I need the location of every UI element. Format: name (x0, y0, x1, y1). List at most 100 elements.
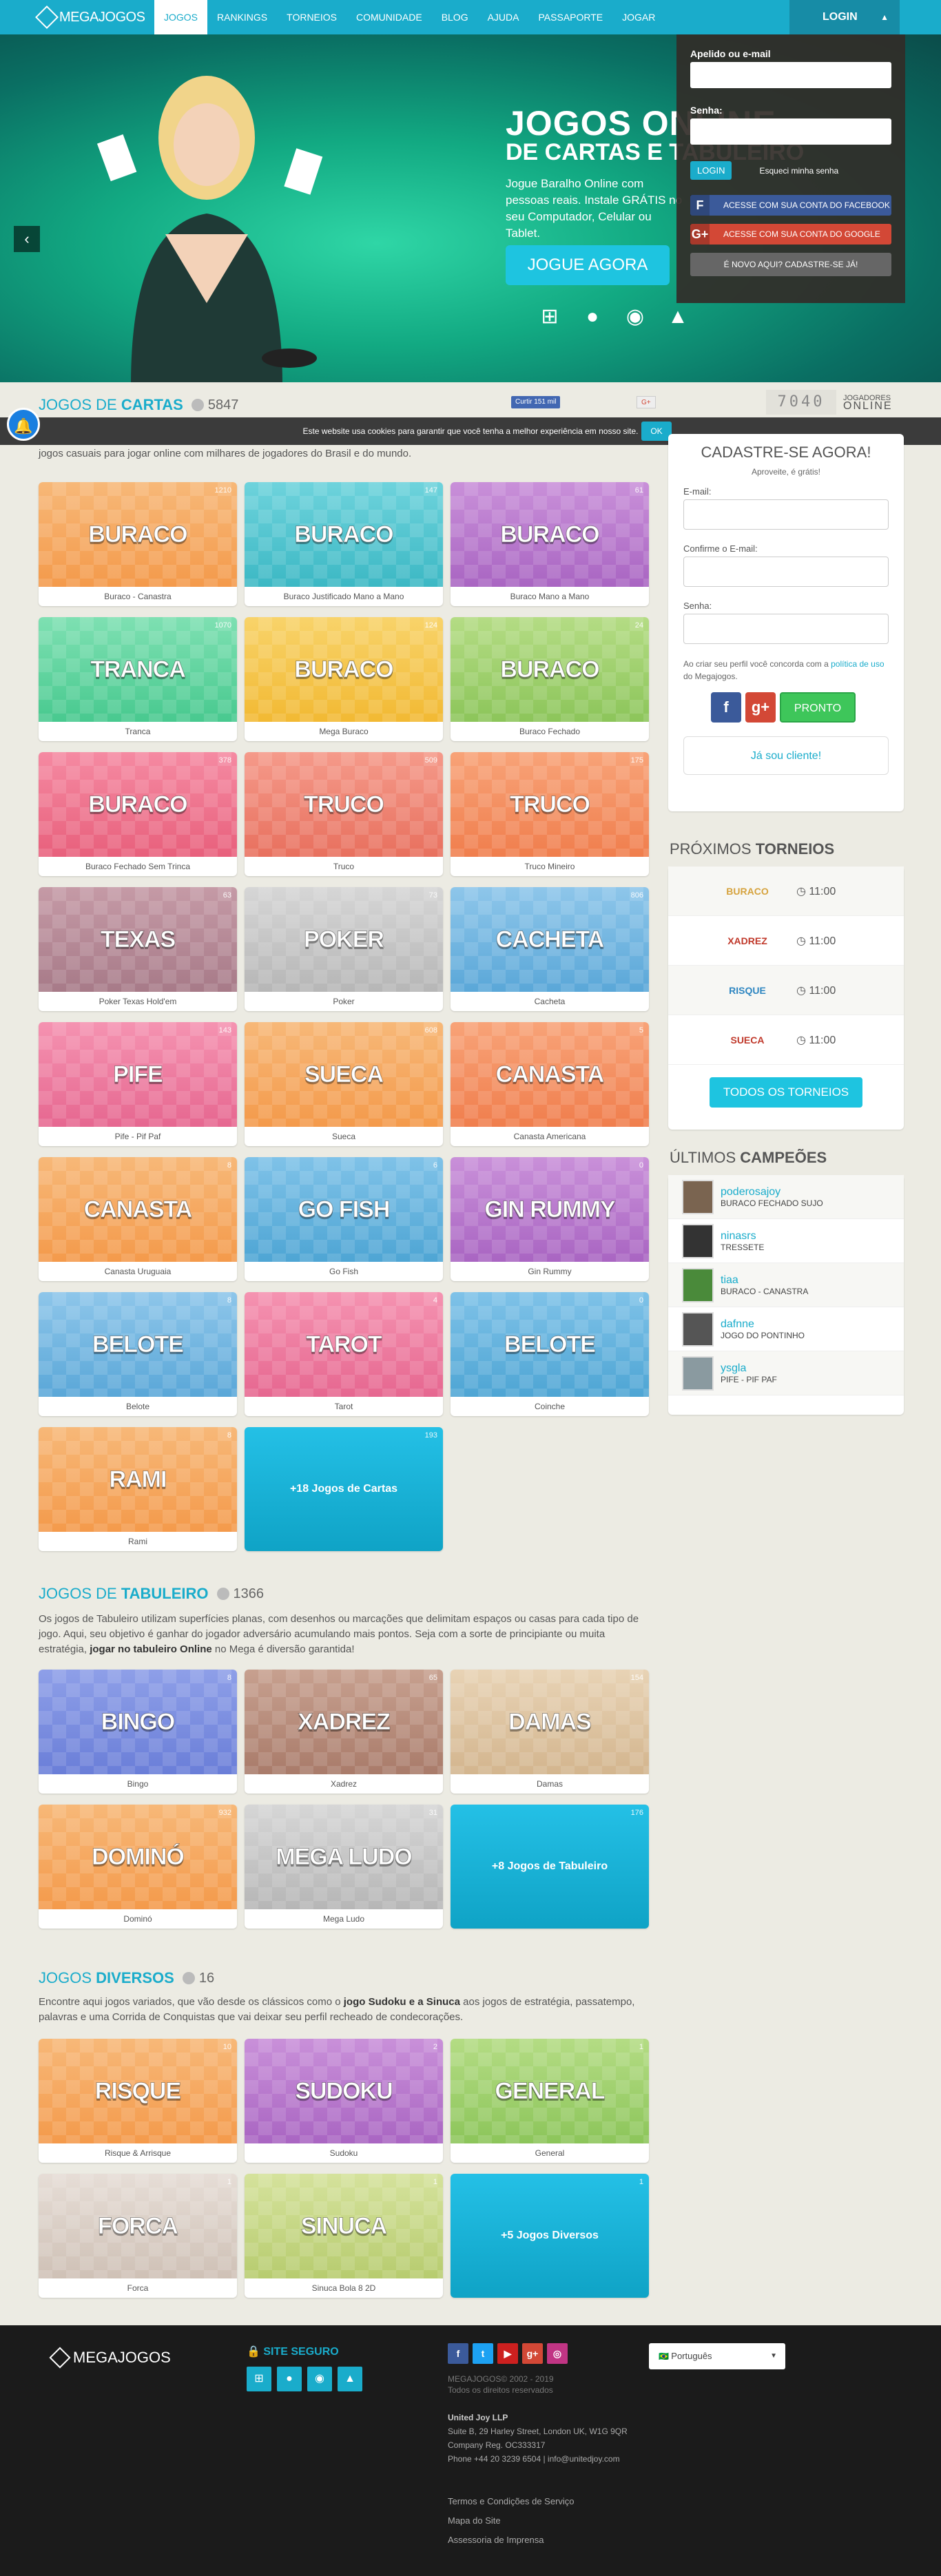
game-card[interactable]: 124 BURACO Mega Buraco (245, 617, 443, 741)
forgot-password-link[interactable]: Esqueci minha senha (759, 166, 838, 176)
confirm-email-field[interactable] (683, 557, 889, 587)
usage-policy-link[interactable]: política de uso (831, 659, 884, 669)
facebook-like-button[interactable]: Curtir 151 mil (511, 396, 561, 408)
cards-section-title[interactable]: JOGOS DE CARTAS (39, 396, 183, 414)
tournament-row[interactable]: SUECA ◷ 11:00 (668, 1015, 904, 1065)
google-login-button[interactable]: g+ ACESSE COM SUA CONTA DO GOOGLE (690, 224, 891, 245)
facebook-signup-button[interactable]: f (711, 692, 741, 723)
game-card[interactable]: 8 RAMI Rami (39, 1427, 237, 1551)
game-card[interactable]: 4 TAROT Tarot (245, 1292, 443, 1416)
twitter-icon[interactable]: t (473, 2343, 493, 2364)
apple-icon[interactable]: ● (580, 304, 605, 329)
game-card[interactable]: 143 PIFE Pife - Pif Paf (39, 1022, 237, 1146)
nav-blog[interactable]: BLOG (432, 0, 478, 34)
champion-name[interactable]: dafnne (721, 1318, 805, 1331)
linux-icon[interactable]: ▲ (338, 2367, 362, 2391)
game-card[interactable]: 0 BELOTE Coinche (451, 1292, 649, 1416)
already-customer-button[interactable]: Já sou cliente! (683, 736, 889, 775)
champion-name[interactable]: ninasrs (721, 1230, 764, 1243)
game-card[interactable]: 6 GO FISH Go Fish (245, 1157, 443, 1281)
youtube-icon[interactable]: ▶ (497, 2343, 518, 2364)
game-card[interactable]: 61 BURACO Buraco Mano a Mano (451, 482, 649, 606)
nav-jogos[interactable]: JOGOS (154, 0, 208, 34)
instagram-icon[interactable]: ◎ (547, 2343, 568, 2364)
signup-button[interactable]: É NOVO AQUI? CADASTRE-SE JÁ! (690, 253, 891, 276)
game-card[interactable]: 1070 TRANCA Tranca (39, 617, 237, 741)
register-password-field[interactable] (683, 614, 889, 644)
linux-icon[interactable]: ▲ (665, 304, 690, 329)
nav-ajuda[interactable]: AJUDA (478, 0, 529, 34)
nav-torneios[interactable]: TORNEIOS (277, 0, 347, 34)
game-card[interactable]: 5 CANASTA Canasta Americana (451, 1022, 649, 1146)
all-tournaments-button[interactable]: TODOS OS TORNEIOS (710, 1077, 862, 1108)
more-games-card[interactable]: 1 +5 Jogos Diversos (451, 2174, 649, 2298)
game-card[interactable]: 147 BURACO Buraco Justificado Mano a Mano (245, 482, 443, 606)
nav-rankings[interactable]: RANKINGS (207, 0, 277, 34)
game-card[interactable]: 175 TRUCO Truco Mineiro (451, 752, 649, 876)
champion-name[interactable]: ysgla (721, 1362, 777, 1375)
game-card[interactable]: 2 SUDOKU Sudoku (245, 2039, 443, 2163)
champion-name[interactable]: tiaa (721, 1274, 808, 1287)
nav-comunidade[interactable]: COMUNIDADE (347, 0, 432, 34)
champion-row[interactable]: dafnne JOGO DO PONTINHO (668, 1307, 904, 1351)
game-card[interactable]: 378 BURACO Buraco Fechado Sem Trinca (39, 752, 237, 876)
press-link[interactable]: Assessoria de Imprensa (448, 2531, 575, 2550)
game-card[interactable]: 932 DOMINÓ Dominó (39, 1805, 237, 1929)
play-now-button[interactable]: JOGUE AGORA (506, 245, 670, 285)
language-select[interactable]: 🇧🇷 Português ▼ (649, 2343, 785, 2369)
tournament-row[interactable]: RISQUE ◷ 11:00 (668, 966, 904, 1015)
google-plus-icon[interactable]: g+ (522, 2343, 543, 2364)
champion-row[interactable]: poderosajoy BURACO FECHADO SUJO (668, 1175, 904, 1219)
android-icon[interactable]: ◉ (623, 304, 648, 329)
game-card[interactable]: 806 CACHETA Cacheta (451, 887, 649, 1011)
game-card[interactable]: 0 GIN RUMMY Gin Rummy (451, 1157, 649, 1281)
game-card[interactable]: 608 SUECA Sueca (245, 1022, 443, 1146)
game-card[interactable]: 65 XADREZ Xadrez (245, 1670, 443, 1794)
tournament-row[interactable]: BURACO ◷ 11:00 (668, 866, 904, 916)
game-card[interactable]: 63 TEXAS Poker Texas Hold'em (39, 887, 237, 1011)
game-card[interactable]: 73 POKER Poker (245, 887, 443, 1011)
site-logo[interactable]: MEGAJOGOS (35, 6, 145, 29)
champion-row[interactable]: ninasrs TRESSETE (668, 1219, 904, 1263)
register-submit-button[interactable]: PRONTO (780, 692, 856, 723)
game-card[interactable]: 154 DAMAS Damas (451, 1670, 649, 1794)
more-games-card[interactable]: 176 +8 Jogos de Tabuleiro (451, 1805, 649, 1929)
game-card[interactable]: 1 FORCA Forca (39, 2174, 237, 2298)
login-toggle-button[interactable]: LOGIN ▲ (789, 0, 900, 34)
facebook-login-button[interactable]: f ACESSE COM SUA CONTA DO FACEBOOK (690, 195, 891, 216)
google-signup-button[interactable]: g+ (745, 692, 776, 723)
sitemap-link[interactable]: Mapa do Site (448, 2511, 575, 2531)
game-card[interactable]: 509 TRUCO Truco (245, 752, 443, 876)
champion-row[interactable]: ysgla PIFE - PIF PAF (668, 1351, 904, 1395)
gplus-button[interactable]: G+ (637, 396, 656, 408)
champion-name[interactable]: poderosajoy (721, 1186, 823, 1198)
facebook-icon[interactable]: f (448, 2343, 468, 2364)
terms-link[interactable]: Termos e Condições de Serviço (448, 2492, 575, 2511)
nav-passaporte[interactable]: PASSAPORTE (529, 0, 613, 34)
username-input[interactable] (690, 62, 891, 88)
more-games-card[interactable]: 193 +18 Jogos de Cartas (245, 1427, 443, 1551)
nav-jogar[interactable]: JOGAR (612, 0, 665, 34)
windows-icon[interactable]: ⊞ (537, 304, 562, 329)
tournament-row[interactable]: XADREZ ◷ 11:00 (668, 916, 904, 966)
champion-row[interactable]: tiaa BURACO - CANASTRA (668, 1263, 904, 1307)
game-card[interactable]: 1 GENERAL General (451, 2039, 649, 2163)
game-card[interactable]: 8 CANASTA Canasta Uruguaia (39, 1157, 237, 1281)
game-card[interactable]: 1 SINUCA Sinuca Bola 8 2D (245, 2174, 443, 2298)
board-section-title[interactable]: JOGOS DE TABULEIRO (39, 1585, 209, 1603)
game-card[interactable]: 8 BINGO Bingo (39, 1670, 237, 1794)
android-icon[interactable]: ◉ (307, 2367, 332, 2391)
hero-prev-button[interactable]: ‹ (14, 226, 40, 252)
misc-section-title[interactable]: JOGOS DIVERSOS (39, 1969, 174, 1987)
password-input[interactable] (690, 118, 891, 145)
game-card[interactable]: 24 BURACO Buraco Fechado (451, 617, 649, 741)
windows-icon[interactable]: ⊞ (247, 2367, 271, 2391)
game-card[interactable]: 8 BELOTE Belote (39, 1292, 237, 1416)
game-card[interactable]: 1210 BURACO Buraco - Canastra (39, 482, 237, 606)
game-card[interactable]: 10 RISQUE Risque & Arrisque (39, 2039, 237, 2163)
notification-bell-icon[interactable]: 🔔 (7, 408, 40, 441)
login-submit-button[interactable]: LOGIN (690, 161, 732, 180)
cookie-ok-button[interactable]: OK (641, 422, 672, 441)
game-card[interactable]: 31 MEGA LUDO Mega Ludo (245, 1805, 443, 1929)
apple-icon[interactable]: ● (277, 2367, 302, 2391)
